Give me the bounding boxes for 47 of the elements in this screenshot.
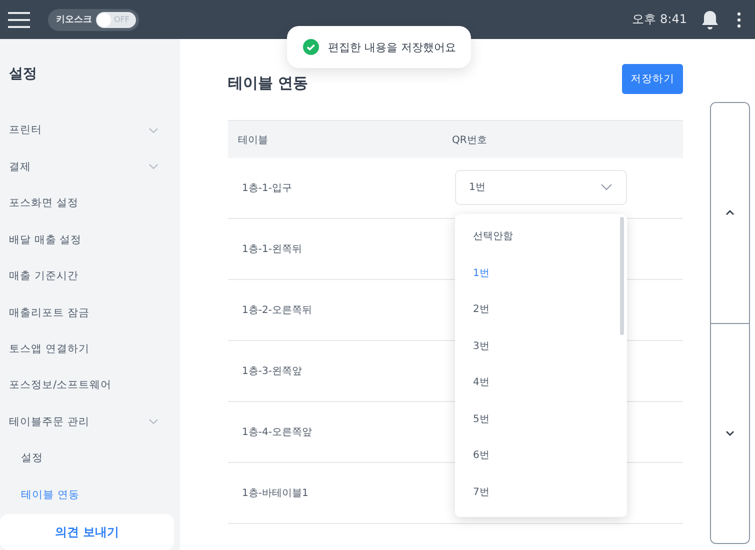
- chevron-down-icon: [726, 430, 734, 436]
- toggle-knob: [97, 12, 111, 26]
- table-cell-text: 1층-1-입구: [241, 182, 293, 195]
- sidebar-item[interactable]: 프린터: [0, 112, 180, 148]
- page-title: 테이블 연동: [228, 74, 308, 92]
- clock-time: 오후 8:41: [632, 11, 687, 28]
- sidebar-subitem[interactable]: 설정: [0, 440, 180, 477]
- chevron-down-icon: [149, 419, 158, 424]
- dropdown-option[interactable]: 5번: [455, 400, 627, 437]
- chevron-down-icon: [149, 128, 158, 133]
- dropdown-option[interactable]: 4번: [455, 364, 627, 400]
- sidebar-title: 설정: [8, 65, 38, 84]
- feedback-button[interactable]: 의견 보내기: [0, 514, 174, 550]
- dropdown-option[interactable]: 1번: [455, 254, 627, 291]
- table-cell-text: 1층-1-왼쪽뒤: [241, 243, 303, 256]
- table-cell-text: 1층-2-오른쪽뒤: [241, 304, 313, 317]
- sidebar-item[interactable]: 테이블주문 관리: [0, 404, 180, 440]
- sidebar-item[interactable]: 포스화면 설정: [0, 184, 180, 222]
- dropdown-option[interactable]: 7번: [455, 474, 627, 510]
- kiosk-label: 키오스크: [56, 14, 92, 26]
- chevron-down-icon: [149, 164, 158, 170]
- chevron-down-icon: [601, 184, 612, 190]
- dropdown-option[interactable]: 6번: [455, 437, 627, 474]
- check-icon: [303, 39, 319, 55]
- column-header: QR번호: [452, 134, 487, 146]
- sidebar-item[interactable]: 배달 매출 설정: [0, 221, 180, 258]
- qr-select[interactable]: 1번: [455, 170, 627, 204]
- sidebar-item[interactable]: 매출 기준시간: [0, 258, 180, 294]
- table-cell-text: 1층-4-오른쪽앞: [241, 426, 313, 439]
- more-icon[interactable]: [737, 12, 741, 28]
- sidebar-subitem[interactable]: 테이블 연동: [0, 476, 180, 514]
- sidebar-item[interactable]: 결제: [0, 148, 180, 185]
- save-button[interactable]: 저장하기: [622, 64, 683, 94]
- table-cell-text: 1층-바테이블1: [241, 487, 310, 500]
- scrollbar-thumb[interactable]: [620, 217, 624, 335]
- column-header: 테이블: [237, 134, 269, 146]
- dropdown-option[interactable]: 2번: [455, 291, 627, 328]
- dropdown-option[interactable]: 선택안함: [455, 218, 627, 254]
- dropdown-option[interactable]: 3번: [455, 328, 627, 364]
- toast-message: 편집한 내용을 저장했어요: [328, 40, 456, 54]
- sidebar-item[interactable]: 포스정보/소프트웨어: [0, 367, 180, 404]
- sidebar-item[interactable]: 매출리포트 잠금: [0, 294, 180, 331]
- bell-icon[interactable]: [701, 10, 719, 30]
- menu-icon[interactable]: [8, 12, 30, 28]
- sidebar-item[interactable]: 토스앱 연결하기: [0, 330, 180, 368]
- table-cell-text: 1층-3-왼쪽앞: [241, 365, 303, 378]
- chevron-up-icon: [726, 210, 734, 216]
